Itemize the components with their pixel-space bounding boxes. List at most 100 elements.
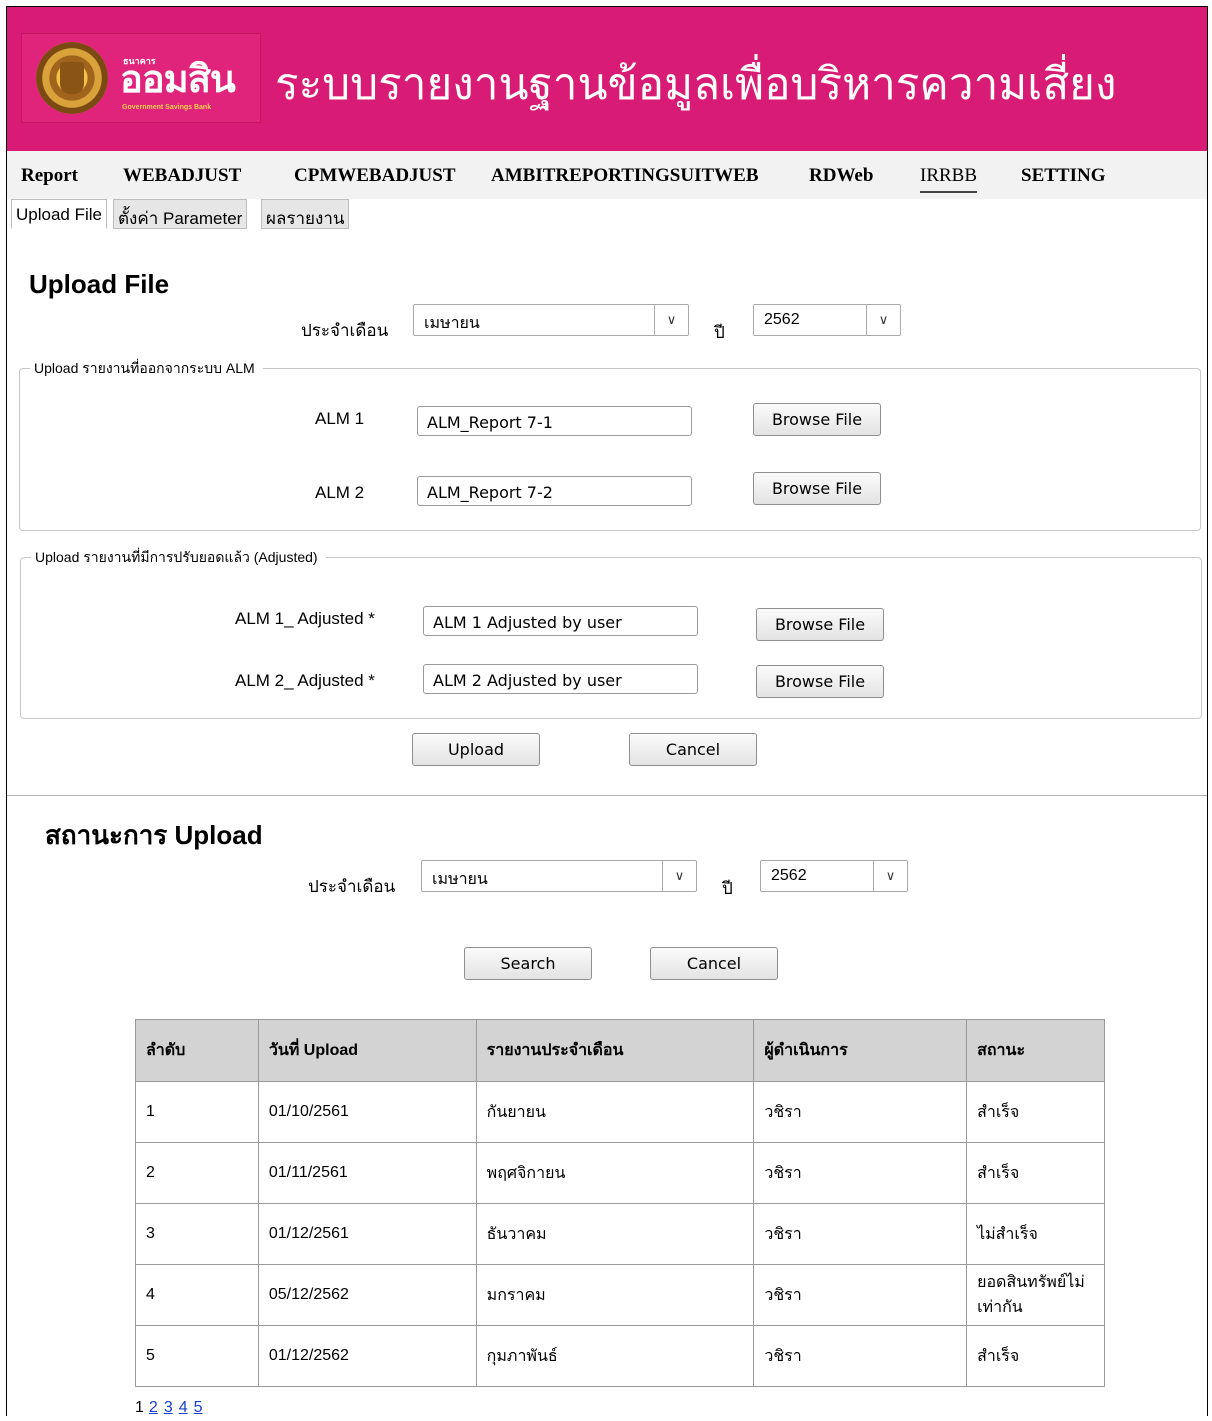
chevron-down-icon[interactable]: ∨ [662,861,696,891]
row-upload-date: 05/12/2562 [257,1264,477,1326]
app-title: ระบบรายงานฐานข้อมูลเพื่อบริหารความเสี่ยง [275,60,1117,109]
upload-year-label: ปี [714,323,725,342]
upload-cancel-button[interactable]: Cancel [629,733,757,766]
row-report-month: กุมภาพันธ์ [475,1325,755,1387]
nav-item-ambitreportingsuitweb[interactable]: AMBITREPORTINGSUITWEB [491,165,759,187]
alm-upload-legend: Upload รายงานที่ออกจากระบบ ALM [30,358,263,380]
table-row: 5 01/12/2562 กุมภาพันธ์ วชิรา สำเร็จ [135,1325,1105,1387]
logo-english-name: Government Savings Bank [122,104,212,111]
row-operator: วชิรา [753,1203,968,1265]
page-link-5[interactable]: 5 [194,1399,203,1416]
search-button[interactable]: Search [464,947,592,980]
row-report-month: พฤศจิกายน [475,1142,755,1204]
column-header: สถานะ [966,1019,1105,1082]
row-index: 1 [135,1081,259,1143]
upload-month-label: ประจำเดือน [301,321,389,340]
row-upload-date: 01/12/2561 [257,1203,477,1265]
row-operator: วชิรา [753,1142,968,1204]
upload-button[interactable]: Upload [412,733,540,766]
row-index: 3 [135,1203,259,1265]
table-row: 4 05/12/2562 มกราคม วชิรา ยอดสินทรัพย์ไม… [135,1264,1105,1326]
status-section-title: สถานะการ Upload [45,820,263,850]
upload-month-select[interactable]: เมษายน ∨ [413,304,689,336]
alm-upload-group: Upload รายงานที่ออกจากระบบ ALM [19,358,1201,531]
row-status: สำเร็จ [966,1325,1105,1387]
adj2-file-field[interactable]: ALM 2 Adjusted by user [423,664,698,694]
adj1-file-field[interactable]: ALM 1 Adjusted by user [423,606,698,636]
chevron-down-icon[interactable]: ∨ [866,305,900,335]
table-row: 3 01/12/2561 ธันวาคม วชิรา ไม่สำเร็จ [135,1203,1105,1265]
table-row: 2 01/11/2561 พฤศจิกายน วชิรา สำเร็จ [135,1142,1105,1204]
alm1-file-field[interactable]: ALM_Report 7-1 [417,406,692,436]
upload-year-select[interactable]: 2562 ∨ [753,304,901,336]
current-page: 1 [135,1399,144,1416]
app-window: ธนาคาร ออมสิน Government Savings Bank ระ… [6,6,1208,1416]
row-report-month: กันยายน [475,1081,755,1143]
table-row: 1 01/10/2561 กันยายน วชิรา สำเร็จ [135,1081,1105,1143]
column-header: ผู้ดำเนินการ [753,1019,968,1082]
pagination: 12345 [135,1399,209,1416]
status-year-value: 2562 [771,867,807,884]
alm2-file-field[interactable]: ALM_Report 7-2 [417,476,692,506]
upload-section-title: Upload File [29,269,170,299]
nav-item-cpmwebadjust[interactable]: CPMWEBADJUST [294,165,456,187]
alm2-label: ALM 2 [315,483,365,502]
column-header: ลำดับ [135,1019,259,1082]
nav-item-webadjust[interactable]: WEBADJUST [123,165,241,187]
row-report-month: มกราคม [475,1264,755,1326]
nav-item-setting[interactable]: SETTING [1021,165,1105,187]
status-month-value: เมษายน [432,871,488,888]
bank-emblem-icon [36,42,108,114]
tab-parameter[interactable]: ตั้งค่า Parameter [113,199,248,229]
nav-item-report[interactable]: Report [21,165,78,187]
row-index: 4 [135,1264,259,1326]
row-upload-date: 01/12/2562 [257,1325,477,1387]
table-header-row: ลำดับ วันที่ Upload รายงานประจำเดือน ผู้… [135,1019,1105,1082]
upload-month-value: เมษายน [424,315,480,332]
page-link-4[interactable]: 4 [179,1399,188,1416]
row-operator: วชิรา [753,1081,968,1143]
header-banner: ธนาคาร ออมสิน Government Savings Bank ระ… [7,7,1207,151]
nav-item-rdweb[interactable]: RDWeb [809,165,873,187]
row-status: สำเร็จ [966,1081,1105,1143]
alm1-browse-button[interactable]: Browse File [753,403,881,436]
row-index: 2 [135,1142,259,1204]
tab-upload-file[interactable]: Upload File [11,199,107,229]
row-upload-date: 01/11/2561 [257,1142,477,1204]
status-cancel-button[interactable]: Cancel [650,947,778,980]
row-index: 5 [135,1325,259,1387]
logo-name: ออมสิน [120,59,236,101]
chevron-down-icon[interactable]: ∨ [654,305,688,335]
row-operator: วชิรา [753,1325,968,1387]
bank-logo: ธนาคาร ออมสิน Government Savings Bank [21,33,261,123]
status-month-select[interactable]: เมษายน ∨ [421,860,697,892]
row-upload-date: 01/10/2561 [257,1081,477,1143]
status-year-label: ปี [722,879,733,898]
tab-report-results[interactable]: ผลรายงาน [261,199,350,229]
page-link-3[interactable]: 3 [164,1399,173,1416]
upload-status-table: ลำดับ วันที่ Upload รายงานประจำเดือน ผู้… [135,1019,1105,1387]
status-month-label: ประจำเดือน [308,877,396,896]
adj2-browse-button[interactable]: Browse File [756,665,884,698]
section-divider [7,795,1207,796]
adjusted-upload-group: Upload รายงานที่มีการปรับยอดแล้ว (Adjust… [20,547,1202,719]
alm2-browse-button[interactable]: Browse File [753,472,881,505]
adj1-browse-button[interactable]: Browse File [756,608,884,641]
alm1-label: ALM 1 [315,409,365,428]
column-header: วันที่ Upload [257,1019,477,1082]
column-header: รายงานประจำเดือน [475,1019,755,1082]
top-nav: Report WEBADJUST CPMWEBADJUST AMBITREPOR… [7,151,1207,199]
row-status: สำเร็จ [966,1142,1105,1204]
row-status: ไม่สำเร็จ [966,1203,1105,1265]
status-year-select[interactable]: 2562 ∨ [760,860,908,892]
page-link-2[interactable]: 2 [149,1399,158,1416]
row-report-month: ธันวาคม [475,1203,755,1265]
upload-year-value: 2562 [764,311,800,328]
row-operator: วชิรา [753,1264,968,1326]
adjusted-upload-legend: Upload รายงานที่มีการปรับยอดแล้ว (Adjust… [31,547,326,569]
chevron-down-icon[interactable]: ∨ [873,861,907,891]
row-status: ยอดสินทรัพย์ไม่เท่ากัน [966,1264,1105,1326]
nav-item-irrbb[interactable]: IRRBB [920,165,978,193]
adj2-label: ALM 2_ Adjusted * [235,671,375,690]
adj1-label: ALM 1_ Adjusted * [235,609,375,628]
